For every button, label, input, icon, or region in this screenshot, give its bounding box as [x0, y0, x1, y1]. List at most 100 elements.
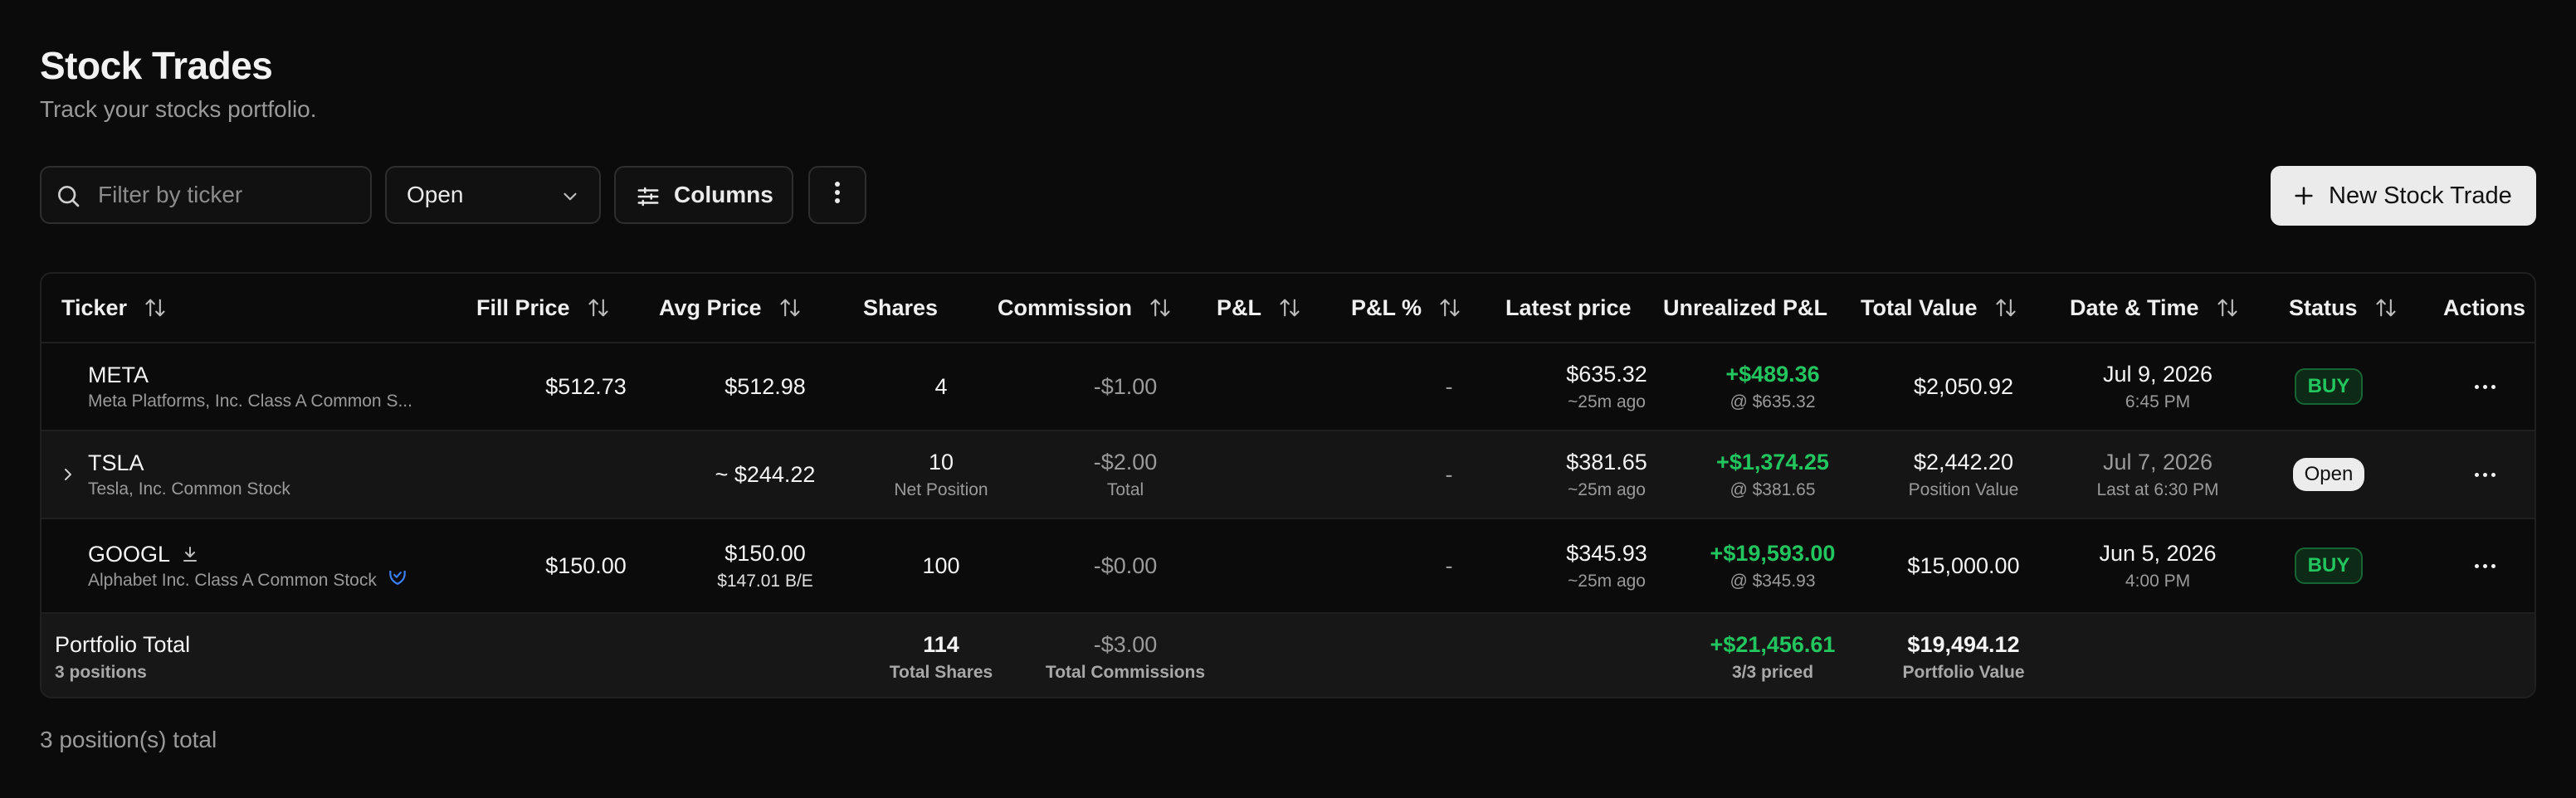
avg-price: $512.98: [724, 373, 806, 399]
trade-time: Last at 6:30 PM: [2096, 479, 2219, 499]
column-header-commission[interactable]: Commission: [998, 274, 1172, 342]
commission-cell: -$2.00 Total: [1026, 431, 1225, 518]
column-header-avg-price[interactable]: Avg Price: [659, 274, 802, 342]
sort-icon[interactable]: [1994, 296, 2017, 319]
company-name-group: Alphabet Inc. Class A Common Stock: [88, 570, 408, 591]
latest-price: $635.32: [1566, 361, 1647, 387]
column-header-status[interactable]: Status: [2289, 274, 2398, 342]
row-actions-button[interactable]: [2443, 431, 2526, 518]
search-box[interactable]: [40, 166, 372, 224]
sort-icon[interactable]: [1149, 296, 1172, 319]
column-header-pnl[interactable]: P&L: [1217, 274, 1301, 342]
unrealized-pnl-price: @ $635.32: [1730, 392, 1816, 411]
sort-icon[interactable]: [2216, 296, 2239, 319]
column-header-total-value[interactable]: Total Value: [1861, 274, 2017, 342]
expand-row-button[interactable]: [58, 463, 78, 490]
columns-button[interactable]: Columns: [614, 166, 793, 224]
column-header-ticker[interactable]: Ticker: [61, 274, 167, 342]
portfolio-value-cell: $19,494.12 Portfolio Value: [1847, 614, 2080, 697]
ticker-symbol: GOOGL: [88, 541, 171, 567]
avg-price: $150.00: [724, 540, 806, 566]
table-row[interactable]: GOOGL Alphabet Inc. Class A Common Stock…: [41, 519, 2535, 614]
fill-price-cell: $512.73: [486, 343, 685, 430]
fill-price: $150.00: [545, 552, 627, 578]
total-value: $2,050.92: [1913, 373, 2014, 399]
date-time-cell: Jul 7, 2026 Last at 6:30 PM: [2042, 431, 2274, 518]
column-header-pnl-percent[interactable]: P&L %: [1351, 274, 1461, 342]
new-stock-trade-button[interactable]: New Stock Trade: [2271, 166, 2536, 226]
commission-caption: Total: [1106, 479, 1144, 499]
more-options-button[interactable]: [808, 166, 866, 224]
row-actions-button[interactable]: [2443, 343, 2526, 430]
date-time-cell: Jun 5, 2026 4:00 PM: [2042, 519, 2274, 612]
status-cell: BUY: [2262, 519, 2395, 612]
header-label: Total Value: [1861, 294, 1978, 320]
row-actions-button[interactable]: [2443, 519, 2526, 612]
header-label: Fill Price: [476, 294, 570, 320]
shares-cell: 10 Net Position: [842, 431, 1041, 518]
column-header-date-time[interactable]: Date & Time: [2070, 274, 2239, 342]
column-header-fill-price[interactable]: Fill Price: [476, 274, 610, 342]
sliders-icon: [636, 184, 661, 215]
download-icon[interactable]: [180, 544, 200, 564]
fill-price: $512.73: [545, 373, 627, 399]
trade-date: Jun 5, 2026: [2099, 540, 2217, 566]
search-input[interactable]: [96, 181, 349, 209]
avg-price: ~ $244.22: [715, 461, 816, 487]
trade-date: Jul 7, 2026: [2102, 449, 2213, 474]
commission: -$2.00: [1093, 449, 1158, 474]
sort-icon[interactable]: [778, 296, 802, 319]
table-header: Ticker Fill Price Avg Price Shares Commi…: [41, 274, 2535, 343]
header-label: Status: [2289, 294, 2358, 320]
latest-price: $345.93: [1566, 540, 1647, 566]
sort-icon[interactable]: [1438, 296, 1461, 319]
new-stock-trade-label: New Stock Trade: [2329, 182, 2512, 209]
column-header-actions: Actions: [2443, 274, 2525, 342]
ticker-symbol: META: [88, 362, 149, 387]
priced-count: 3/3 priced: [1731, 662, 1814, 682]
total-shares: 114: [923, 631, 959, 657]
sort-icon[interactable]: [144, 296, 167, 319]
pnl-percent: -: [1445, 552, 1453, 578]
portfolio-value: $19,494.12: [1907, 631, 2020, 657]
trade-date: Jul 9, 2026: [2102, 361, 2213, 387]
positions-count: 3 positions: [55, 662, 147, 682]
pnl-percent: -: [1445, 373, 1453, 399]
header-label: P&L: [1217, 294, 1261, 320]
latest-price-age: ~25m ago: [1568, 571, 1646, 591]
avg-price-cell: ~ $244.22: [666, 431, 865, 518]
sort-icon[interactable]: [587, 296, 610, 319]
company-name: Tesla, Inc. Common Stock: [88, 479, 290, 499]
table-row[interactable]: META Meta Platforms, Inc. Class A Common…: [41, 343, 2535, 431]
total-commission: -$3.00: [1093, 631, 1158, 657]
shares-cell: 100: [842, 519, 1041, 612]
commission-cell: -$1.00: [1026, 343, 1225, 430]
ticker-symbol: TSLA: [88, 450, 144, 475]
break-even-price: $147.01 B/E: [717, 571, 813, 591]
header-label: Shares: [863, 294, 939, 320]
sort-icon[interactable]: [1278, 296, 1301, 319]
ticker-cell: GOOGL Alphabet Inc. Class A Common Stock: [88, 519, 408, 612]
column-header-shares: Shares: [863, 274, 938, 342]
column-header-latest-price: Latest price: [1505, 274, 1632, 342]
status-filter-select[interactable]: Open: [385, 166, 601, 224]
header-label: P&L %: [1351, 294, 1422, 320]
avg-price-cell: $512.98: [666, 343, 865, 430]
sort-icon[interactable]: [2374, 296, 2398, 319]
unrealized-pnl: +$19,593.00: [1710, 540, 1836, 566]
total-commission-cell: -$3.00 Total Commissions: [1026, 614, 1225, 697]
columns-label: Columns: [674, 182, 773, 207]
table-row[interactable]: TSLA Tesla, Inc. Common Stock ~ $244.22 …: [41, 431, 2535, 519]
stock-trades-page: Stock Trades Track your stocks portfolio…: [0, 0, 2576, 798]
header-label: Unrealized P&L: [1663, 294, 1828, 320]
total-value-caption: Position Value: [1908, 479, 2019, 499]
toolbar: Open Columns New Stock Trade: [40, 166, 2536, 226]
total-value: $2,442.20: [1913, 449, 2014, 474]
ticker-cell: META Meta Platforms, Inc. Class A Common…: [88, 343, 412, 430]
fill-price-cell: $150.00: [486, 519, 685, 612]
shares: 4: [934, 373, 948, 399]
header-label: Commission: [998, 294, 1133, 320]
chevron-down-icon: [559, 186, 581, 213]
unrealized-pnl-price: @ $381.65: [1730, 479, 1816, 499]
status-badge: Open: [2292, 458, 2365, 491]
